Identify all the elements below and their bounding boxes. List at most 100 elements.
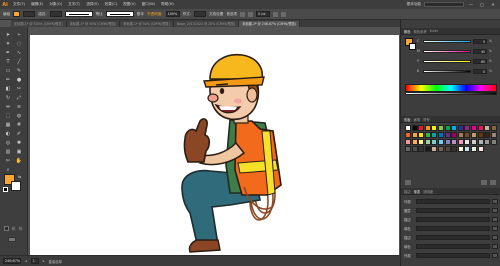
doc-setup-button[interactable]: 文档设置 <box>209 12 223 17</box>
draw-inside-icon[interactable] <box>18 226 23 231</box>
rectangle-icon[interactable]: ▭ <box>4 67 12 75</box>
artboard-number[interactable]: 1 <box>30 258 39 264</box>
variable-width-profile[interactable] <box>64 11 93 17</box>
scissors-icon[interactable]: ✂ <box>15 85 23 93</box>
color-swatch[interactable] <box>431 125 438 131</box>
normal-draw-icon[interactable] <box>4 226 9 231</box>
close-button[interactable]: ✕ <box>489 1 497 8</box>
menu-item[interactable]: 对象(O) <box>46 2 65 7</box>
paintbrush-icon[interactable]: ✎ <box>15 67 23 75</box>
grayscale-ramp[interactable] <box>405 92 497 95</box>
color-swatch[interactable] <box>411 139 418 145</box>
color-swatch[interactable] <box>444 139 451 145</box>
color-swatch[interactable] <box>418 132 425 138</box>
workspace-switcher[interactable]: 基本功能 <box>407 2 421 7</box>
fill-swatch[interactable] <box>13 11 21 17</box>
slider-value[interactable]: 45 <box>473 48 487 54</box>
magic-wand-icon[interactable]: ✦ <box>4 40 12 48</box>
color-swatch[interactable] <box>405 146 411 152</box>
property-toggle[interactable] <box>492 207 498 213</box>
minimize-button[interactable]: — <box>467 1 475 8</box>
color-swatch[interactable] <box>444 125 451 131</box>
menu-item[interactable]: 视图(V) <box>120 2 138 7</box>
blob-brush-icon[interactable]: ● <box>15 76 23 84</box>
color-spectrum[interactable] <box>405 84 497 92</box>
panel-tab[interactable]: 符号 <box>423 117 430 122</box>
mesh-icon[interactable]: # <box>15 121 23 129</box>
color-swatch[interactable] <box>444 132 451 138</box>
brush-definition[interactable] <box>105 11 134 17</box>
panel-menu-icon[interactable] <box>281 11 287 17</box>
menu-item[interactable]: 效果(C) <box>102 2 121 7</box>
color-swatch[interactable] <box>431 139 438 145</box>
color-swatch[interactable] <box>457 125 464 131</box>
color-swatch[interactable] <box>477 132 484 138</box>
color-swatch[interactable] <box>424 132 431 138</box>
property-value[interactable] <box>416 225 490 231</box>
panel-tab[interactable]: 描边 <box>404 189 411 194</box>
swatch-library-icon[interactable] <box>405 180 411 185</box>
shape-builder-icon[interactable]: ◍ <box>15 112 23 120</box>
color-swatch[interactable] <box>424 146 431 152</box>
menu-item[interactable]: 帮助(H) <box>158 2 177 7</box>
color-slider[interactable] <box>423 49 471 53</box>
color-swatch[interactable] <box>418 146 425 152</box>
property-row[interactable]: 填色 <box>404 242 498 250</box>
color-swatch[interactable] <box>490 132 497 138</box>
color-slider[interactable] <box>423 59 471 63</box>
property-toggle[interactable] <box>492 252 498 258</box>
color-swatch[interactable] <box>457 132 464 138</box>
color-swatch[interactable] <box>405 125 411 131</box>
color-swatch[interactable] <box>411 125 418 131</box>
slider-value[interactable]: 0 <box>473 68 487 74</box>
property-row[interactable]: 填色 <box>404 224 498 232</box>
color-swatch[interactable] <box>490 125 497 131</box>
slider-value[interactable]: 0 <box>473 38 487 44</box>
screen-mode-icon[interactable] <box>8 237 16 242</box>
panel-tab[interactable]: 色板 <box>404 117 411 122</box>
color-swatch[interactable] <box>471 132 477 138</box>
color-swatch[interactable] <box>424 139 431 145</box>
color-swatch[interactable] <box>411 146 418 152</box>
preferences-button[interactable]: 首选项 <box>226 12 237 17</box>
align-icon[interactable] <box>240 11 246 17</box>
fill-dropdown[interactable] <box>23 11 36 17</box>
color-swatch[interactable] <box>438 125 444 131</box>
color-swatch[interactable] <box>438 132 444 138</box>
color-swatch[interactable] <box>477 139 484 145</box>
pen-icon[interactable]: ✒ <box>4 49 12 57</box>
direct-selection-icon[interactable]: ➣ <box>15 31 23 39</box>
color-swatch[interactable] <box>484 125 491 131</box>
property-toggle[interactable] <box>492 243 498 249</box>
symbol-sprayer-icon[interactable]: ✺ <box>15 139 23 147</box>
canvas-area[interactable] <box>28 27 399 255</box>
menu-item[interactable]: 编辑(E) <box>28 2 46 7</box>
color-swatch[interactable] <box>438 146 444 152</box>
property-row[interactable]: 描边 <box>404 215 498 223</box>
warp-icon[interactable]: ≋ <box>15 103 23 111</box>
panel-tab[interactable]: 画笔 <box>414 117 421 122</box>
property-value[interactable] <box>416 216 490 222</box>
panel-tab[interactable]: Kuler <box>430 29 438 33</box>
property-row[interactable]: 外观 <box>404 197 498 205</box>
color-swatch[interactable] <box>451 125 458 131</box>
menu-item[interactable]: 文件(F) <box>10 2 28 7</box>
color-slider[interactable] <box>423 39 471 43</box>
property-toggle[interactable] <box>492 198 498 204</box>
color-swatch[interactable] <box>438 139 444 145</box>
artboard-nav-next[interactable]: ▸ <box>43 259 45 263</box>
eyedropper-icon[interactable]: ✐ <box>15 130 23 138</box>
isolate-icon[interactable] <box>273 11 279 17</box>
color-swatch[interactable] <box>411 132 418 138</box>
eraser-icon[interactable]: ◧ <box>4 85 12 93</box>
property-value[interactable] <box>416 198 490 204</box>
color-swatch[interactable] <box>457 139 464 145</box>
artboard-icon[interactable]: ▣ <box>15 148 23 156</box>
property-value[interactable] <box>416 243 490 249</box>
gradient-icon[interactable]: ◐ <box>4 130 12 138</box>
color-swatch[interactable] <box>451 146 458 152</box>
color-swatch[interactable] <box>418 125 425 131</box>
stroke-weight-dropdown[interactable] <box>49 11 62 17</box>
new-swatch-icon[interactable] <box>481 180 487 185</box>
color-swatch[interactable] <box>477 146 484 152</box>
